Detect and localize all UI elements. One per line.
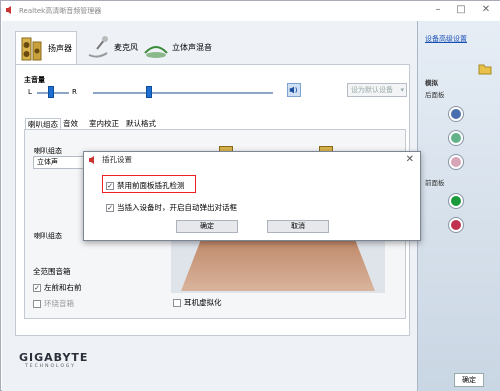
maximize-button[interactable]: □ [454, 4, 468, 16]
set-default-device-dropdown[interactable]: 设为默认设备 ▾ [347, 83, 407, 97]
balance-left-label: L [28, 88, 32, 96]
folder-icon[interactable] [478, 61, 492, 75]
dialog-cancel-button[interactable]: 取消 [267, 220, 329, 233]
speaker-config-label: 喇叭组态 [34, 147, 62, 155]
tab-sound-effects-label: 音效 [63, 119, 78, 128]
dialog-title: 插孔设置 [102, 155, 132, 164]
front-panel-label: 前面板 [425, 179, 445, 187]
ok-button[interactable]: 确定 [454, 373, 484, 387]
surround-label: 环绕音箱 [44, 299, 74, 308]
auto-popup-checkbox[interactable]: ✓ 当插入设备时，开启自动弹出对话框 [106, 202, 237, 213]
front-lr-label: 左前和右前 [44, 283, 82, 292]
option2-label: 当插入设备时，开启自动弹出对话框 [117, 203, 237, 212]
master-volume-label: 主音量 [24, 76, 45, 84]
close-window-button[interactable]: ✕ [479, 4, 493, 16]
speaker-config-label-2: 喇叭组态 [34, 232, 62, 240]
front-jack-red[interactable] [449, 218, 463, 232]
gigabyte-tagline: TECHNOLOGY [25, 364, 76, 369]
front-jack-green[interactable] [449, 194, 463, 208]
volume-slider-track[interactable] [93, 92, 273, 94]
check-icon: ✓ [33, 284, 41, 292]
realtek-window: Realtek高清晰音频管理器 – □ ✕ 扬声器 麦克风 立体声混音 主音量 … [0, 0, 500, 391]
window-title: Realtek高清晰音频管理器 [19, 7, 102, 15]
tab-default-format-label: 默认格式 [126, 119, 156, 128]
room-floor [181, 241, 375, 291]
microphone-icon [88, 35, 108, 58]
chevron-down-icon: ▾ [400, 86, 404, 94]
check-icon: ✓ [106, 204, 114, 212]
set-default-label: 设为默认设备 [351, 86, 393, 94]
back-panel-label: 后面板 [425, 91, 445, 99]
dialog-close-button[interactable]: ✕ [406, 154, 414, 165]
checkbox-empty-icon [173, 299, 181, 307]
tab-speakers[interactable]: 扬声器 [15, 31, 77, 65]
back-jack-pink[interactable] [449, 155, 463, 169]
tab-microphone[interactable]: 麦克风 [85, 31, 141, 65]
balance-right-label: R [72, 88, 77, 96]
fullrange-group: 全范围音箱 ✓ 左前和右前 环绕音箱 [33, 266, 163, 311]
advanced-settings-link[interactable]: 设备高级设置 [425, 34, 467, 44]
speaker-app-icon [6, 6, 11, 14]
volume-slider-thumb[interactable] [146, 86, 152, 98]
tab-microphone-label: 麦克风 [114, 43, 138, 52]
gigabyte-logo: GIGABYTE [19, 351, 89, 364]
headphone-virtualization-checkbox[interactable]: 耳机虚拟化 [173, 297, 222, 308]
jack-settings-dialog: 插孔设置 ✕ ✓ 禁用前面板插孔检测 ✓ 当插入设备时，开启自动弹出对话框 确定 取… [83, 151, 421, 241]
analog-label: 模拟 [425, 79, 438, 87]
balance-slider-thumb[interactable] [48, 86, 54, 98]
fullrange-title: 全范围音箱 [33, 267, 71, 276]
checkbox-empty-icon [33, 300, 41, 308]
surround-checkbox[interactable]: 环绕音箱 [33, 298, 163, 309]
headphone-virtualization-label: 耳机虚拟化 [184, 298, 222, 307]
tab-stereo-mix[interactable]: 立体声混音 [143, 31, 223, 65]
front-lr-checkbox[interactable]: ✓ 左前和右前 [33, 282, 163, 293]
back-jack-green[interactable] [449, 131, 463, 145]
speaker-cabinet-icon [21, 37, 42, 60]
mute-button[interactable] [287, 83, 301, 97]
highlight-box [102, 175, 196, 193]
dialog-ok-button[interactable]: 确定 [176, 220, 238, 233]
tab-room-correction-label: 室内校正 [89, 119, 119, 128]
title-bar: Realtek高清晰音频管理器 – □ ✕ [1, 1, 500, 21]
minimize-button[interactable]: – [431, 4, 445, 16]
speaker-config-value: 立体声 [37, 158, 58, 166]
tab-speakers-label: 扬声器 [48, 44, 72, 53]
back-jack-blue[interactable] [449, 107, 463, 121]
tab-stereo-mix-label: 立体声混音 [172, 43, 212, 52]
stereo-mix-icon [144, 45, 168, 58]
volume-icon [289, 86, 297, 94]
tab-speaker-config-label: 喇叭组态 [28, 120, 58, 129]
